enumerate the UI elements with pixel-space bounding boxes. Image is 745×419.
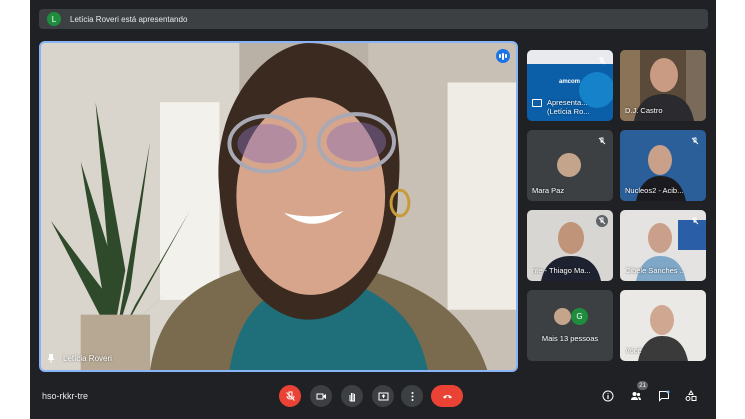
meeting-code: hso-rkkr-tre — [42, 391, 89, 401]
tile-name: D.J. Castro — [625, 106, 663, 115]
tile-dj-castro[interactable]: D.J. Castro — [620, 50, 706, 121]
presenting-banner: L Letícia Roveri está apresentando — [39, 9, 708, 29]
chat-button[interactable] — [656, 388, 672, 404]
tile-nucleos2[interactable]: Nucleos2 - Acib... — [620, 130, 706, 201]
tile-more-people[interactable]: G Mais 13 pessoas — [527, 290, 613, 361]
main-video-tile[interactable]: Letícia Roveri — [39, 41, 518, 372]
raise-hand-button[interactable] — [341, 385, 363, 407]
avatar — [557, 153, 581, 177]
microphone-off-icon — [596, 135, 608, 147]
tile-name: Cibele Sanches ... — [625, 266, 686, 275]
more-icon — [411, 391, 413, 401]
tile-name: Nucleos2 - Acib... — [625, 186, 684, 195]
tile-name: Mais 13 pessoas — [541, 334, 599, 343]
tile-name: Mara Paz — [532, 186, 565, 195]
microphone-off-icon — [596, 215, 608, 227]
end-call-button[interactable] — [431, 385, 463, 407]
people-icon — [631, 392, 641, 400]
activities-icon — [685, 390, 697, 401]
camera-button[interactable] — [310, 385, 332, 407]
present-icon — [532, 99, 542, 107]
chat-icon — [659, 390, 670, 402]
info-icon — [602, 390, 614, 402]
amcom-logo: amcom — [559, 79, 581, 85]
present-icon — [378, 392, 388, 400]
raise-hand-icon — [349, 392, 355, 401]
tile-thiago[interactable]: nte - Thiago Ma... — [527, 210, 613, 281]
avatar: G — [571, 308, 588, 325]
meeting-info-button[interactable] — [600, 388, 616, 404]
tile-mara-paz[interactable]: Mara Paz — [527, 130, 613, 201]
avatar — [554, 308, 571, 325]
microphone-off-button[interactable] — [279, 385, 301, 407]
tile-name: Apresenta... (Letícia Ro... — [547, 98, 590, 116]
camera-icon — [316, 393, 326, 399]
microphone-off-icon — [689, 215, 701, 227]
presenting-text: Letícia Roveri está apresentando — [70, 14, 188, 24]
main-name-tag: Letícia Roveri — [47, 354, 112, 363]
end-call-icon — [442, 394, 452, 398]
more-options-button[interactable] — [401, 385, 423, 407]
present-button[interactable] — [372, 385, 394, 407]
activities-button[interactable] — [683, 388, 699, 404]
participants-count-badge: 21 — [637, 381, 648, 390]
speaking-icon — [496, 49, 510, 63]
pin-icon — [47, 354, 55, 363]
tile-presentation[interactable]: amcom Apresenta... (Letícia Ro... — [527, 50, 613, 121]
tile-self[interactable]: Você — [620, 290, 706, 361]
tile-name: Você — [625, 346, 642, 355]
microphone-off-icon — [285, 391, 295, 401]
microphone-off-icon — [689, 135, 701, 147]
bottom-bar: hso-rkkr-tre 21 — [30, 375, 716, 419]
main-name: Letícia Roveri — [63, 354, 112, 363]
presenter-avatar: L — [47, 12, 61, 26]
tile-name: nte - Thiago Ma... — [532, 266, 591, 275]
microphone-off-icon — [596, 55, 608, 67]
people-button[interactable] — [628, 388, 644, 404]
tile-cibele[interactable]: Cibele Sanches ... — [620, 210, 706, 281]
meet-stage: L Letícia Roveri está apresentando Letíc… — [30, 0, 716, 419]
main-video-feed — [41, 43, 516, 370]
